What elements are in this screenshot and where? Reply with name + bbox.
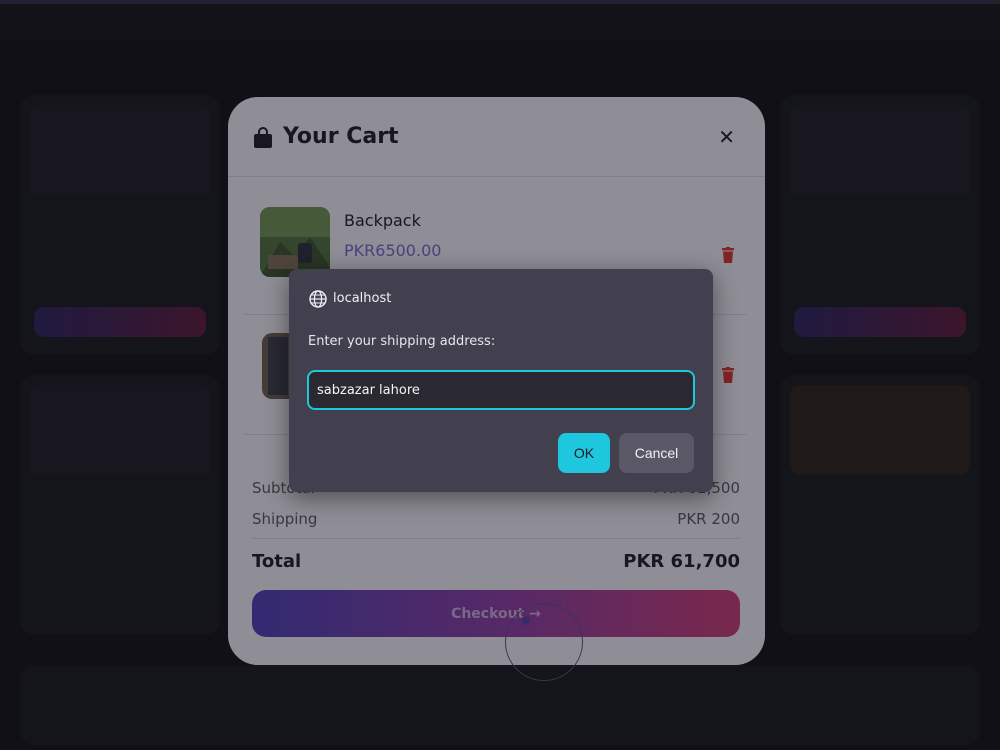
shipping-address-input[interactable] xyxy=(307,370,695,410)
prompt-origin: localhost xyxy=(333,291,392,306)
globe-icon xyxy=(309,290,327,308)
ok-button[interactable]: OK xyxy=(558,433,610,473)
prompt-message: Enter your shipping address: xyxy=(308,334,496,349)
shipping-address-prompt: localhost Enter your shipping address: O… xyxy=(289,269,713,492)
cursor-pointer xyxy=(521,616,530,625)
cursor-highlight-ring xyxy=(505,603,583,681)
cancel-button[interactable]: Cancel xyxy=(619,433,694,473)
